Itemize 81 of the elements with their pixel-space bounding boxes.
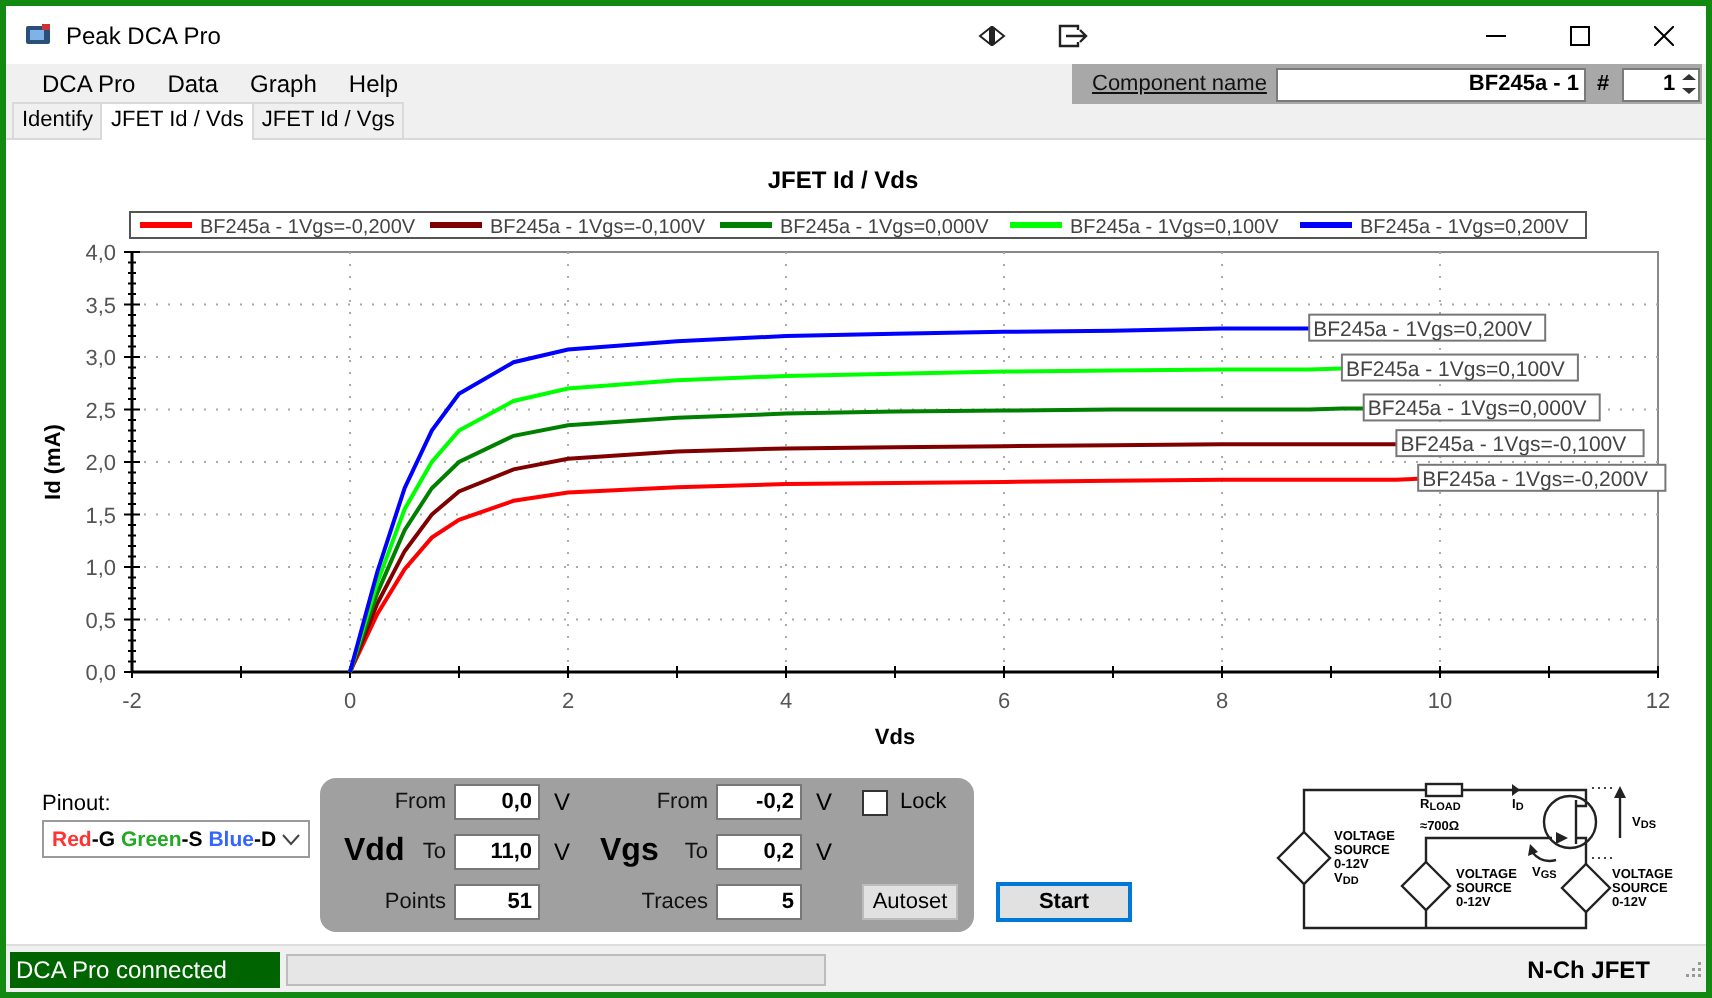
y-tick-label: 0,5 xyxy=(85,609,116,634)
chart-title: JFET Id / Vds xyxy=(767,166,919,194)
split-arrows-icon[interactable] xyxy=(978,23,1007,47)
y-axis-label: Id (mA) xyxy=(42,424,66,500)
connection-status: DCA Pro connected xyxy=(10,951,280,987)
component-name-field[interactable]: BF245a - 1 xyxy=(1276,67,1587,101)
x-tick-label: 2 xyxy=(561,690,575,714)
field-label: To xyxy=(682,840,708,864)
input-field[interactable]: 51 xyxy=(454,884,540,920)
field-label: Points xyxy=(382,890,446,914)
annotation: BF245a - 1Vgs=0,100V xyxy=(1345,357,1565,382)
input-field[interactable]: 0,2 xyxy=(716,834,802,870)
resize-grip-icon xyxy=(1686,961,1702,977)
lock-label: Lock xyxy=(900,790,947,814)
x-tick-label: 4 xyxy=(779,690,793,714)
component-name-link[interactable]: Component name xyxy=(1092,72,1267,96)
annotation: BF245a - 1Vgs=-0,200V xyxy=(1422,467,1649,492)
y-tick-label: 1,0 xyxy=(85,557,116,581)
legend-label: BF245a - 1Vgs=0,000V xyxy=(780,217,990,239)
y-tick-label: 2,0 xyxy=(85,452,116,476)
number-label: # xyxy=(1596,72,1610,96)
field-label: From xyxy=(654,790,708,814)
x-tick-label: -2 xyxy=(122,690,142,714)
menu-item[interactable]: Graph xyxy=(234,70,333,98)
y-tick-label: 1,5 xyxy=(85,504,116,529)
spin-arrows-icon xyxy=(1679,70,1698,98)
group-label: Vdd xyxy=(344,834,400,870)
annotation: BF245a - 1Vgs=-0,100V xyxy=(1400,433,1627,458)
x-tick-label: 0 xyxy=(343,690,357,714)
autoset-button[interactable]: Autoset xyxy=(862,884,958,920)
input-field[interactable]: 0,0 xyxy=(454,784,540,820)
x-tick-label: 6 xyxy=(997,690,1011,714)
unit-label: V xyxy=(814,838,835,866)
tab[interactable]: JFET Id / Vds xyxy=(100,102,254,140)
start-button[interactable]: Start xyxy=(996,882,1132,922)
line-label: BF245a - 1Vgs=0,000V xyxy=(1362,393,1601,422)
chevron-down-icon xyxy=(282,833,300,845)
lock-checkbox[interactable] xyxy=(862,789,888,815)
field-label: Traces xyxy=(639,890,708,914)
line-label: BF245a - 1Vgs=0,100V xyxy=(1340,353,1579,382)
number-spinner[interactable]: 1 xyxy=(1621,67,1700,101)
x-axis-label: Vds xyxy=(874,726,916,750)
input-field[interactable]: 11,0 xyxy=(454,834,540,870)
annotation: BF245a - 1Vgs=0,200V xyxy=(1313,317,1533,342)
input-field[interactable]: 5 xyxy=(716,884,802,920)
pinout-label: Pinout: xyxy=(42,792,113,816)
x-tick-label: 12 xyxy=(1645,690,1671,714)
unit-label: V xyxy=(552,838,573,866)
x-tick-label: 8 xyxy=(1215,690,1229,714)
y-tick-label: 3,5 xyxy=(85,294,116,319)
menu-item[interactable]: Data xyxy=(151,70,235,98)
app-icon xyxy=(24,22,52,48)
unit-label: V xyxy=(814,788,835,816)
group-label: Vgs xyxy=(600,834,660,870)
maximize-icon xyxy=(1570,25,1590,45)
line-label: BF245a - 1Vgs=0,200V xyxy=(1308,313,1547,342)
unit-label: V xyxy=(552,788,573,816)
x-tick-label: 10 xyxy=(1427,690,1453,714)
menu-item[interactable]: Help xyxy=(332,70,415,98)
y-tick-label: 2,5 xyxy=(85,399,116,424)
pinout-dropdown[interactable]: Red-G Green-S Blue-D xyxy=(42,820,310,858)
close-icon xyxy=(1654,25,1674,45)
input-field[interactable]: -0,2 xyxy=(716,784,802,820)
tab[interactable]: JFET Id / Vgs xyxy=(251,102,405,138)
line-label: BF245a - 1Vgs=-0,200V xyxy=(1417,463,1667,492)
field-label: To xyxy=(420,840,446,864)
tab[interactable]: Identify xyxy=(12,102,103,138)
legend-label: BF245a - 1Vgs=-0,100V xyxy=(490,217,706,239)
window-title: Peak DCA Pro xyxy=(66,21,221,49)
exit-icon[interactable] xyxy=(1058,23,1089,47)
line-label: BF245a - 1Vgs=-0,100V xyxy=(1395,429,1645,458)
y-tick-label: 3,0 xyxy=(85,347,116,371)
field-label: From xyxy=(392,790,446,814)
device-type: N-Ch JFET xyxy=(1527,955,1650,983)
y-tick-label: 4,0 xyxy=(85,242,116,266)
annotation: BF245a - 1Vgs=0,000V xyxy=(1367,397,1587,422)
y-tick-label: 0,0 xyxy=(85,662,116,686)
menu-item[interactable]: DCA Pro xyxy=(26,70,152,98)
legend-label: BF245a - 1Vgs=0,200V xyxy=(1360,217,1570,239)
legend-label: BF245a - 1Vgs=0,100V xyxy=(1070,217,1280,239)
legend-label: BF245a - 1Vgs=-0,200V xyxy=(200,217,416,239)
